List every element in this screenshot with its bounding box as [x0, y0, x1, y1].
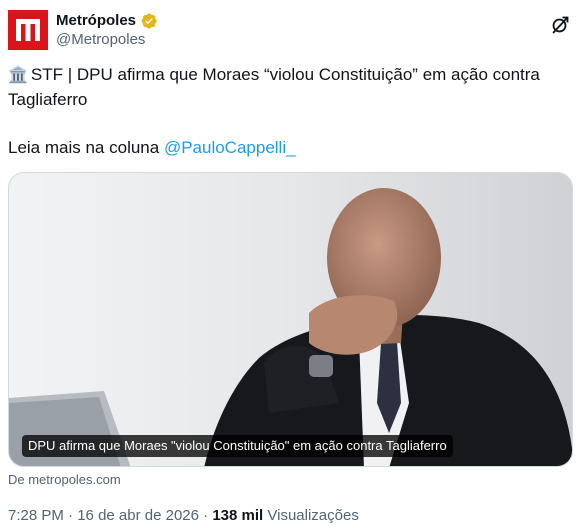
avatar[interactable]: [8, 10, 48, 50]
account-name[interactable]: Metrópoles: [56, 11, 136, 30]
government-building-icon: 🏛️: [8, 67, 28, 84]
tweet-headline: 🏛️ STF | DPU afirma que Moraes “violou Co…: [8, 63, 573, 112]
tweet-text: 🏛️ STF | DPU afirma que Moraes “violou Co…: [8, 63, 573, 160]
tweet-header: Metrópoles @Metropoles: [8, 10, 575, 50]
image-caption: DPU afirma que Moraes "violou Constituiç…: [22, 435, 453, 457]
verified-badge-icon: [141, 12, 157, 29]
link-source[interactable]: De metropoles.com: [8, 472, 121, 488]
tweet-time[interactable]: 7:28 PM: [8, 507, 64, 524]
read-more-text: Leia mais na coluna: [8, 138, 164, 157]
views-count: 138 mil: [212, 507, 264, 524]
link-card-image[interactable]: [8, 172, 573, 467]
metropoles-logo-icon: [16, 19, 40, 41]
grok-icon: [552, 16, 569, 34]
headline-text: STF | DPU afirma que Moraes “violou Cons…: [8, 65, 540, 109]
views-label: Visualizações: [263, 507, 359, 524]
mention-link[interactable]: @PauloCappelli_: [164, 138, 296, 157]
tweet-date[interactable]: 16 de abr de 2026: [77, 507, 199, 524]
tweet-meta: 7:28 PM · 16 de abr de 2026 · 138 mil Vi…: [8, 507, 359, 524]
account-handle[interactable]: @Metropoles: [56, 30, 145, 49]
read-more-line: Leia mais na coluna @PauloCappelli_: [8, 136, 573, 160]
grok-button[interactable]: [545, 10, 575, 40]
photo-image: [9, 173, 572, 466]
